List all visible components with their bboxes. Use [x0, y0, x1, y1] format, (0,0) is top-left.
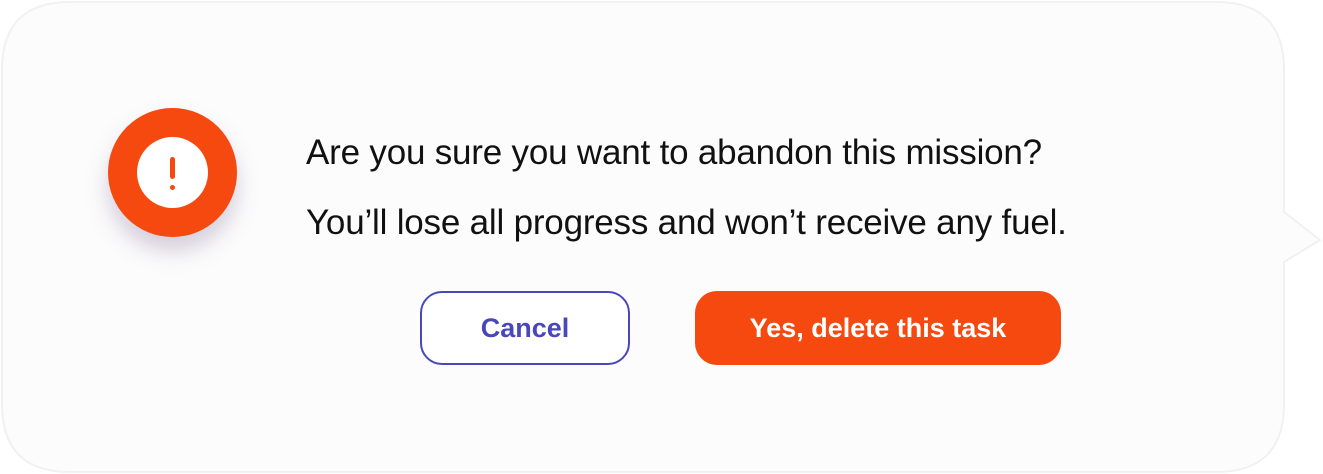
exclamation-dot: [170, 185, 175, 190]
exclamation-alert-icon: [137, 137, 208, 208]
alert-badge: [108, 108, 237, 237]
message-line-2: You’ll lose all progress and won’t recei…: [306, 203, 1067, 242]
dialog-message: Are you sure you want to abandon this mi…: [306, 118, 1266, 258]
message-line-1: Are you sure you want to abandon this mi…: [306, 133, 1042, 172]
confirmation-dialog: Are you sure you want to abandon this mi…: [0, 0, 1323, 474]
cancel-button[interactable]: Cancel: [420, 291, 630, 365]
exclamation-bar: [170, 157, 175, 179]
delete-task-button[interactable]: Yes, delete this task: [695, 291, 1061, 365]
